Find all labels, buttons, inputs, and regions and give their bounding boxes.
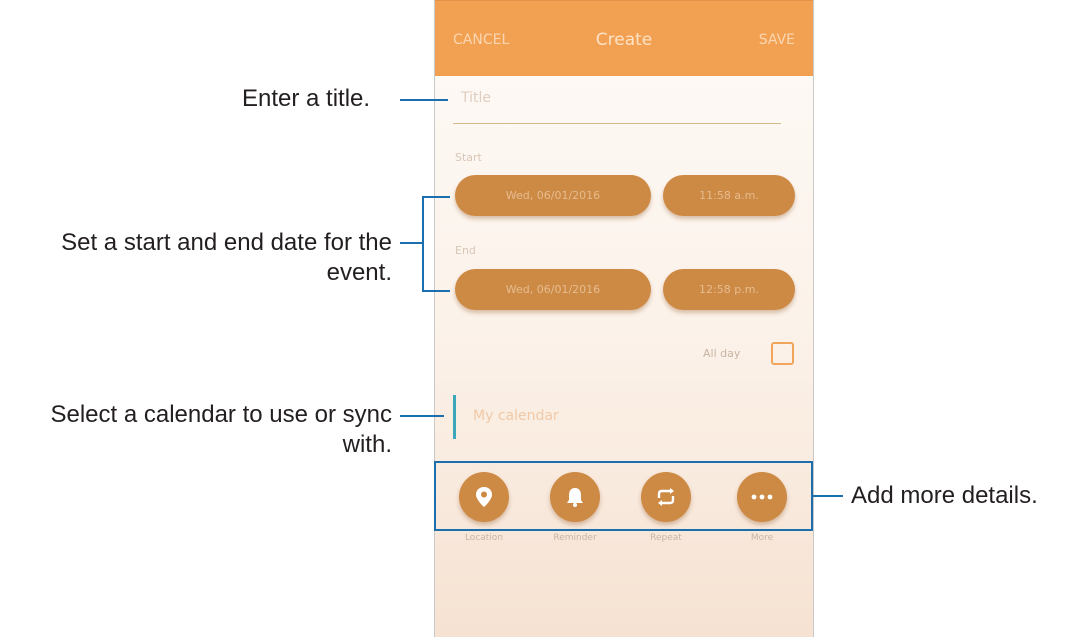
callout-dates-line1: Set a start and end date for the — [61, 229, 392, 256]
callout-calendar: Select a calendar to use or sync with. — [0, 400, 392, 460]
save-button[interactable]: SAVE — [759, 32, 795, 48]
calendar-selector[interactable]: My calendar — [453, 395, 753, 439]
calendar-color-bar — [453, 395, 456, 439]
callout-title-line — [400, 99, 448, 101]
callout-dates-line2: event. — [326, 259, 392, 286]
callout-dates-bracket — [422, 196, 450, 292]
all-day-checkbox[interactable] — [771, 342, 794, 365]
all-day-label: All day — [703, 347, 741, 360]
start-label: Start — [455, 151, 482, 164]
title-placeholder: Title — [461, 90, 492, 106]
start-time-button[interactable]: 11:58 a.m. — [663, 175, 795, 216]
repeat-label: Repeat — [650, 533, 682, 543]
reminder-label: Reminder — [553, 533, 597, 543]
end-time-button[interactable]: 12:58 p.m. — [663, 269, 795, 310]
callout-calendar-line2: with. — [342, 431, 392, 458]
screen-title: Create — [595, 30, 653, 50]
callout-dates: Set a start and end date for the event. — [0, 228, 392, 288]
phone-screen: CANCEL Create SAVE Title Start Wed, 06/0… — [434, 0, 814, 637]
callout-details: Add more details. — [851, 482, 1038, 509]
callout-dates-line — [400, 242, 422, 244]
calendar-name: My calendar — [473, 408, 559, 424]
start-date-button[interactable]: Wed, 06/01/2016 — [455, 175, 651, 216]
more-label: More — [750, 533, 774, 543]
location-label: Location — [464, 533, 504, 543]
callout-details-line — [813, 495, 843, 497]
callout-calendar-line1: Select a calendar to use or sync — [50, 401, 392, 428]
end-date-button[interactable]: Wed, 06/01/2016 — [455, 269, 651, 310]
callout-details-box — [434, 461, 813, 531]
end-label: End — [455, 244, 476, 257]
callout-title: Enter a title. — [242, 85, 371, 112]
app-bar: CANCEL Create SAVE — [435, 0, 813, 76]
title-input[interactable]: Title — [453, 84, 781, 124]
callout-calendar-line — [400, 415, 444, 417]
